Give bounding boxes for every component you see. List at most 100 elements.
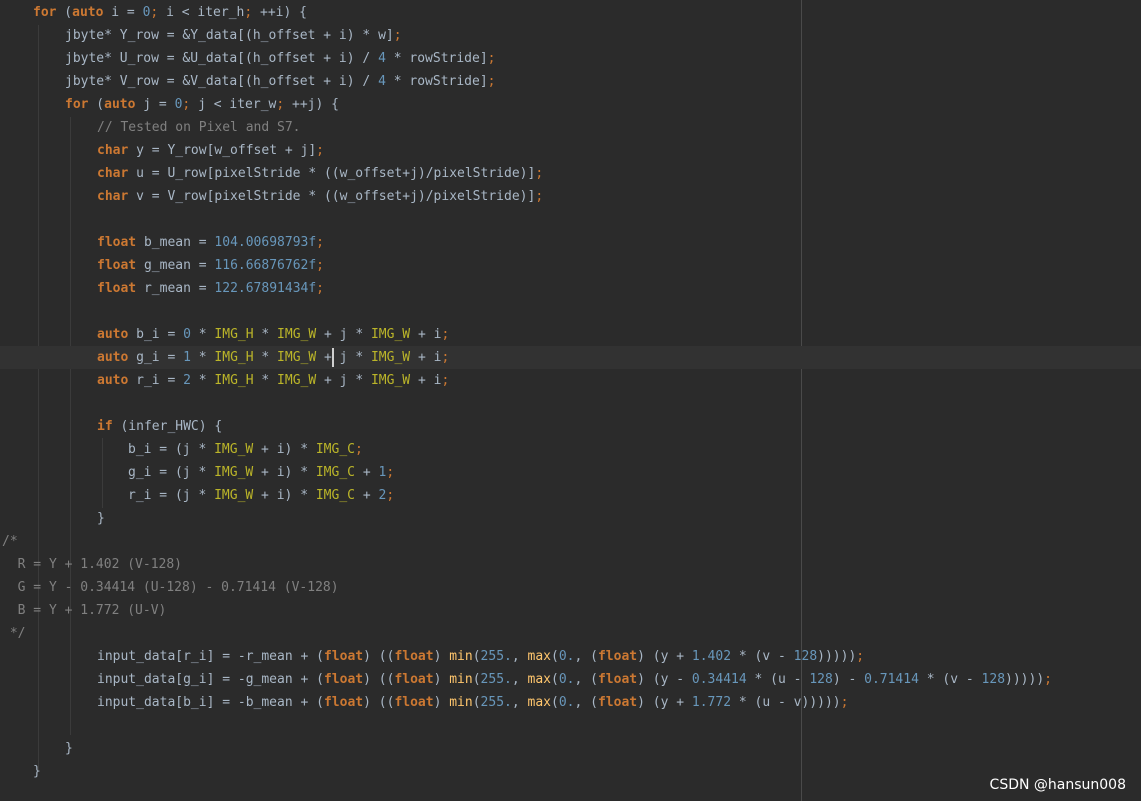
code-line[interactable]: } (0, 760, 1141, 783)
code-token: g_i = (128, 350, 184, 365)
code-token: IMG_W (277, 327, 317, 342)
code-token: + i) * (253, 488, 316, 503)
code-editor[interactable]: for (auto i = 0; i < iter_h; ++i) {jbyte… (0, 0, 1141, 801)
code-token: ++i) { (252, 5, 307, 20)
code-token: ( (56, 5, 73, 20)
code-token: * (190, 327, 215, 342)
code-token: min (449, 672, 473, 687)
code-token: * (253, 350, 278, 365)
code-line[interactable]: float b_mean = 104.00698793f; (0, 231, 1141, 254)
code-token: ; (441, 373, 450, 388)
code-token: 1.772 (691, 695, 732, 710)
code-line[interactable] (0, 392, 1141, 415)
code-token: 255. (480, 695, 512, 710)
code-text: for (auto j = 0; j < iter_w; ++j) { (65, 93, 339, 116)
code-line[interactable]: R = Y + 1.402 (V-128) (0, 553, 1141, 576)
code-token: /* (2, 534, 18, 549)
code-line[interactable]: G = Y - 0.34414 (U-128) - 0.71414 (V-128… (0, 576, 1141, 599)
code-token: * (u - (746, 672, 810, 687)
code-line[interactable]: r_i = (j * IMG_W + i) * IMG_C + 2; (0, 484, 1141, 507)
code-token: float (323, 672, 364, 687)
code-line[interactable]: g_i = (j * IMG_W + i) * IMG_C + 1; (0, 461, 1141, 484)
code-text: if (infer_HWC) { (97, 415, 222, 438)
code-token: float (97, 258, 137, 273)
code-line[interactable]: char v = V_row[pixelStride * ((w_offset+… (0, 185, 1141, 208)
code-text: input_data[b_i] = -b_mean + (float) ((fl… (97, 691, 848, 714)
code-token: G = Y - 0.34414 (U-128) - 0.71414 (V-128… (2, 580, 339, 595)
code-token: + (355, 488, 379, 503)
code-text: jbyte* V_row = &V_data[(h_offset + i) / … (65, 70, 495, 93)
code-line[interactable]: /* (0, 530, 1141, 553)
code-token: v = V_row[pixelStride * ((w_offset+j)/pi… (128, 189, 536, 204)
code-line[interactable]: char u = U_row[pixelStride * ((w_offset+… (0, 162, 1141, 185)
code-line[interactable]: // Tested on Pixel and S7. (0, 116, 1141, 139)
code-token: ) (433, 672, 450, 687)
code-token: r_mean = (136, 281, 215, 296)
code-line[interactable]: auto r_i = 2 * IMG_H * IMG_W + j * IMG_W… (0, 369, 1141, 392)
code-token: ; (393, 28, 402, 43)
code-line[interactable]: jbyte* U_row = &U_data[(h_offset + i) / … (0, 47, 1141, 70)
code-line[interactable] (0, 300, 1141, 323)
code-token: ) (433, 695, 450, 710)
code-token: ; (441, 350, 450, 365)
code-text: float g_mean = 116.66876762f; (97, 254, 324, 277)
code-token: ( (88, 97, 105, 112)
code-line-current[interactable]: auto g_i = 1 * IMG_H * IMG_W + j * IMG_W… (0, 346, 1141, 369)
code-line[interactable]: jbyte* Y_row = &Y_data[(h_offset + i) * … (0, 24, 1141, 47)
code-token: , (511, 695, 528, 710)
code-token: 0. (558, 649, 575, 664)
code-token: IMG_H (214, 327, 254, 342)
code-line[interactable]: } (0, 507, 1141, 530)
code-line[interactable]: } (0, 737, 1141, 760)
code-token: float (597, 672, 638, 687)
watermark-text: CSDN @hansun008 (989, 777, 1126, 793)
code-token: IMG_W (370, 373, 411, 388)
code-token: float (323, 695, 364, 710)
code-token: ; (1044, 672, 1052, 687)
code-line[interactable]: for (auto j = 0; j < iter_w; ++j) { (0, 93, 1141, 116)
code-line[interactable]: char y = Y_row[w_offset + j]; (0, 139, 1141, 162)
code-token: if (97, 419, 113, 434)
code-token: y = Y_row[w_offset + j] (128, 143, 317, 158)
code-token: ; (386, 488, 395, 503)
code-token: * (v - (918, 672, 982, 687)
code-token: 255. (480, 649, 512, 664)
code-line[interactable]: jbyte* V_row = &V_data[(h_offset + i) / … (0, 70, 1141, 93)
code-token: 0.34414 (691, 672, 747, 687)
code-token: 1.402 (691, 649, 732, 664)
code-token: max (527, 695, 551, 710)
code-token: IMG_H (214, 350, 254, 365)
code-line[interactable]: b_i = (j * IMG_W + i) * IMG_C; (0, 438, 1141, 461)
code-token: ; (535, 166, 544, 181)
code-token: auto (104, 97, 136, 112)
code-token: input_data[b_i] = -b_mean + ( (97, 695, 324, 710)
code-line[interactable] (0, 714, 1141, 737)
code-line[interactable]: B = Y + 1.772 (U-V) (0, 599, 1141, 622)
code-token: 0. (558, 695, 575, 710)
code-token: jbyte* U_row = &U_data[(h_offset + i) / (65, 51, 379, 66)
code-line[interactable]: float g_mean = 116.66876762f; (0, 254, 1141, 277)
code-line[interactable]: */ (0, 622, 1141, 645)
code-token: + i) * (253, 465, 316, 480)
code-token: j = (135, 97, 175, 112)
code-line[interactable]: input_data[g_i] = -g_mean + (float) ((fl… (0, 668, 1141, 691)
code-line[interactable]: auto b_i = 0 * IMG_H * IMG_W + j * IMG_W… (0, 323, 1141, 346)
code-token: ; (535, 189, 544, 204)
code-token: ; (840, 695, 849, 710)
code-text: b_i = (j * IMG_W + i) * IMG_C; (128, 438, 363, 461)
code-token: ) (y + (637, 649, 692, 664)
code-line[interactable]: if (infer_HWC) { (0, 415, 1141, 438)
code-token: } (65, 741, 73, 756)
code-text: G = Y - 0.34414 (U-128) - 0.71414 (V-128… (2, 576, 339, 599)
code-line[interactable]: input_data[b_i] = -b_mean + (float) ((fl… (0, 691, 1141, 714)
code-line[interactable] (0, 208, 1141, 231)
code-token: 0 (183, 327, 191, 342)
code-token: float (323, 649, 364, 664)
code-token: + (355, 465, 379, 480)
code-token: 128 (793, 649, 818, 664)
code-token: ; (487, 51, 496, 66)
code-token: float (394, 695, 434, 710)
code-line[interactable]: for (auto i = 0; i < iter_h; ++i) { (0, 1, 1141, 24)
code-line[interactable]: input_data[r_i] = -r_mean + (float) ((fl… (0, 645, 1141, 668)
code-line[interactable]: float r_mean = 122.67891434f; (0, 277, 1141, 300)
